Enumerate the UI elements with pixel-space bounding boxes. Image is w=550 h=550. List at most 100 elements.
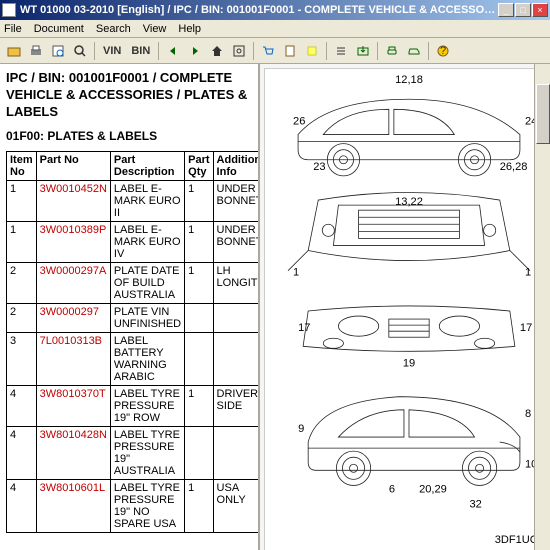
parts-list-panel[interactable]: IPC / BIN: 001001F0001 / COMPLETE VEHICL… [0,64,260,550]
svg-text:13,22: 13,22 [395,196,423,208]
cell-info [213,332,260,385]
cell-partno[interactable]: 3W0010389P [36,221,110,262]
back-icon[interactable] [163,41,183,61]
svg-text:32: 32 [470,499,482,511]
svg-text:1: 1 [293,267,299,279]
vin-button[interactable]: VIN [99,45,125,57]
print-preview-icon[interactable] [48,41,68,61]
table-row[interactable]: 37L0010313BLABEL BATTERY WARNING ARABIC [7,332,261,385]
vehicle-diagram[interactable]: 12,18 26 24 23 26,28 [264,68,550,550]
svg-text:6: 6 [389,484,395,496]
svg-text:17: 17 [520,322,532,334]
vertical-scrollbar[interactable] [534,64,550,550]
open-icon[interactable] [4,41,24,61]
table-row[interactable]: 43W8010428NLABEL TYRE PRESSURE 19" AUSTR… [7,426,261,479]
cell-item: 1 [7,221,37,262]
help-icon[interactable]: ? [433,41,453,61]
cell-item: 3 [7,332,37,385]
window-title: WT 01000 03-2010 [English] / IPC / BIN: … [20,4,498,16]
col-item[interactable]: Item No [7,151,37,180]
car-side-icon[interactable] [404,41,424,61]
scroll-thumb[interactable] [536,84,550,144]
cart-icon[interactable] [258,41,278,61]
cell-desc: LABEL E-MARK EURO IV [110,221,184,262]
cell-desc: LABEL E-MARK EURO II [110,180,184,221]
note-icon[interactable] [302,41,322,61]
home-icon[interactable] [207,41,227,61]
cell-qty [185,303,213,332]
ipc-heading: IPC / BIN: 001001F0001 / COMPLETE VEHICL… [6,70,252,121]
cell-qty [185,426,213,479]
menu-document[interactable]: Document [34,23,84,35]
cell-item: 4 [7,426,37,479]
maximize-button[interactable]: □ [515,3,531,17]
table-row[interactable]: 13W0010452NLABEL E-MARK EURO II1UNDER BO… [7,180,261,221]
svg-text:17: 17 [298,322,310,334]
cell-partno[interactable]: 3W0000297A [36,262,110,303]
parts-table: Item No Part No Part Description Part Qt… [6,151,260,533]
table-row[interactable]: 23W0000297PLATE VIN UNFINISHED [7,303,261,332]
cell-info: UNDER BONNET [213,180,260,221]
toolbar-separator [158,42,159,60]
svg-text:23: 23 [313,161,325,173]
svg-text:20,29: 20,29 [419,484,447,496]
menu-view[interactable]: View [143,23,167,35]
cell-info: USA ONLY [213,479,260,532]
table-row[interactable]: 23W0000297APLATE DATE OF BUILD AUSTRALIA… [7,262,261,303]
menu-search[interactable]: Search [96,23,131,35]
forward-icon[interactable] [185,41,205,61]
cell-partno[interactable]: 3W8010428N [36,426,110,479]
cell-info [213,426,260,479]
find-icon[interactable] [229,41,249,61]
cell-qty: 1 [185,262,213,303]
cell-partno[interactable]: 3W0000297 [36,303,110,332]
table-row[interactable]: 13W0010389PLABEL E-MARK EURO IV1UNDER BO… [7,221,261,262]
cell-desc: LABEL TYRE PRESSURE 19" ROW [110,385,184,426]
cell-info: DRIVERS SIDE [213,385,260,426]
cell-info: LH LONGIT [213,262,260,303]
clipboard-icon[interactable] [280,41,300,61]
bin-button[interactable]: BIN [127,45,154,57]
table-row[interactable]: 43W8010370TLABEL TYRE PRESSURE 19" ROW1D… [7,385,261,426]
cell-partno[interactable]: 3W8010601L [36,479,110,532]
menu-file[interactable]: File [4,23,22,35]
ipc-subheading: 01F00: PLATES & LABELS [6,129,252,143]
toolbar: VIN BIN ? [0,38,550,64]
cell-partno[interactable]: 3W8010370T [36,385,110,426]
toolbar-separator [94,42,95,60]
cell-info: UNDER BONNET [213,221,260,262]
car-front-icon[interactable] [382,41,402,61]
cell-partno[interactable]: 3W0010452N [36,180,110,221]
close-button[interactable]: × [532,3,548,17]
toolbar-separator [428,42,429,60]
cell-item: 2 [7,262,37,303]
window-controls: _ □ × [498,3,548,17]
table-row[interactable]: 43W8010601LLABEL TYRE PRESSURE 19" NO SP… [7,479,261,532]
toolbar-separator [253,42,254,60]
menu-help[interactable]: Help [178,23,201,35]
export-icon[interactable] [353,41,373,61]
cell-desc: LABEL TYRE PRESSURE 19" AUSTRALIA [110,426,184,479]
col-partno[interactable]: Part No [36,151,110,180]
svg-text:9: 9 [298,423,304,435]
col-desc[interactable]: Part Description [110,151,184,180]
cell-qty: 1 [185,385,213,426]
cell-partno[interactable]: 7L0010313B [36,332,110,385]
cell-item: 1 [7,180,37,221]
search-icon[interactable] [70,41,90,61]
print-icon[interactable] [26,41,46,61]
window-titlebar: WT 01000 03-2010 [English] / IPC / BIN: … [0,0,550,20]
svg-text:26,28: 26,28 [500,161,528,173]
cell-item: 4 [7,479,37,532]
cell-desc: LABEL TYRE PRESSURE 19" NO SPARE USA [110,479,184,532]
minimize-button[interactable]: _ [498,3,514,17]
col-info[interactable]: Additional Info [213,151,260,180]
content-area: IPC / BIN: 001001F0001 / COMPLETE VEHICL… [0,64,550,550]
cell-qty [185,332,213,385]
col-qty[interactable]: Part Qty [185,151,213,180]
cell-desc: PLATE DATE OF BUILD AUSTRALIA [110,262,184,303]
diagram-panel[interactable]: 12,18 26 24 23 26,28 [260,64,550,550]
list-icon[interactable] [331,41,351,61]
cell-desc: LABEL BATTERY WARNING ARABIC [110,332,184,385]
toolbar-separator [326,42,327,60]
